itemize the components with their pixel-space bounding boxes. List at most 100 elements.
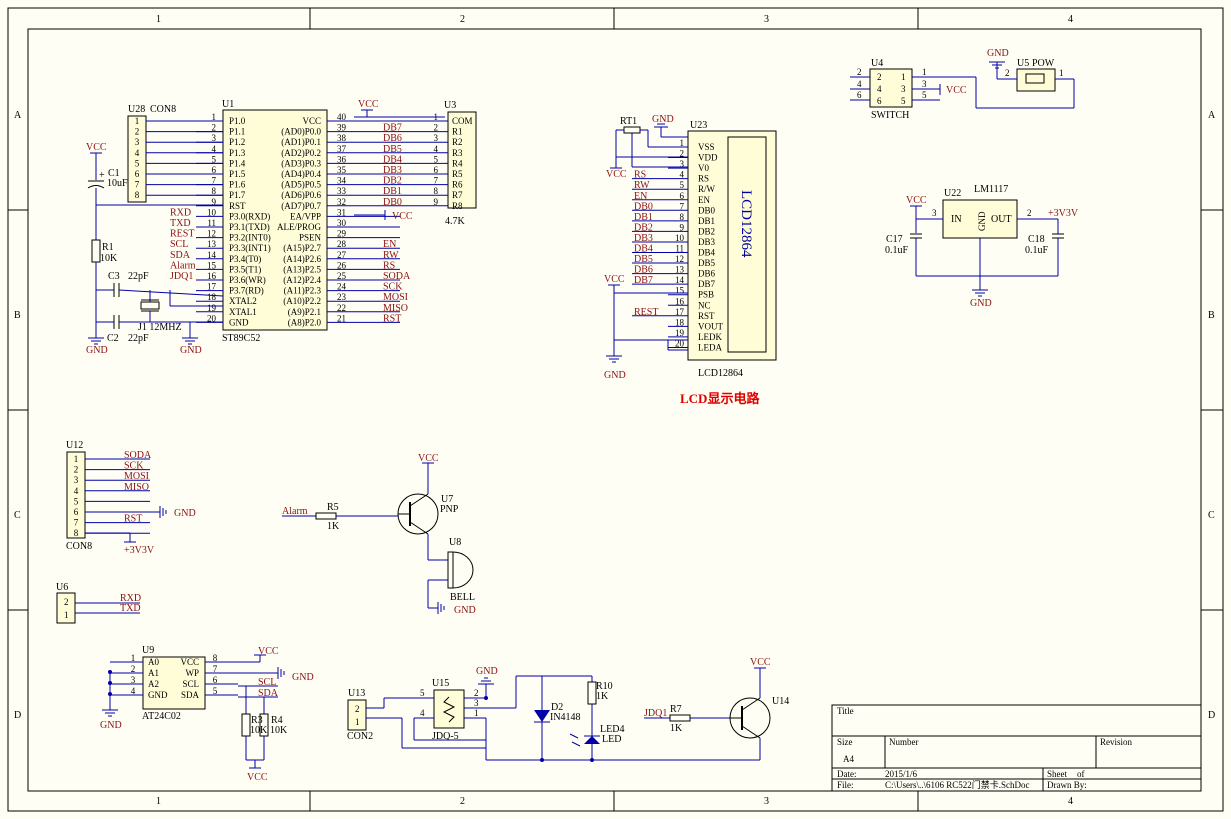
mcu-pin-name: (AD1)P0.1 — [281, 137, 321, 147]
mcu-net-label: DB0 — [383, 197, 402, 208]
col-label-bottom: 1 — [156, 796, 161, 807]
u12-net-label: SODA — [124, 450, 152, 461]
u28-ref: U28 — [128, 104, 145, 115]
u12-net-label: MISO — [124, 482, 149, 493]
led-led4 — [584, 736, 600, 744]
u9-pin-name: WP — [186, 668, 200, 678]
lcd-net-label: DB5 — [634, 254, 653, 265]
mcu-pin-number: 37 — [337, 144, 347, 154]
mcu-net-label: RW — [383, 250, 399, 261]
u4-ref: U4 — [871, 58, 883, 69]
u12-pin-number: 4 — [74, 486, 79, 496]
u3-pin-name: R3 — [452, 148, 463, 158]
mcu-pin-name: (AD5)P0.5 — [281, 180, 321, 190]
r1-value: 10K — [100, 253, 118, 264]
u9-pin-name: SCL — [182, 679, 199, 689]
u4-pin: 4 — [877, 84, 882, 94]
row-label-left: C — [14, 510, 21, 521]
buzzer-circuit: Alarm R5 1K U7 PNP VCC U8 BELL GND — [282, 453, 476, 616]
mcu-pin-name: (A11)P2.3 — [284, 286, 322, 296]
u9-pin-name: VCC — [180, 657, 199, 667]
vcc-label: VCC — [358, 99, 379, 110]
mcu-pin-name: EA/VPP — [290, 211, 321, 221]
mcu-pin-number: 35 — [337, 165, 347, 175]
u9-pin-number: 8 — [213, 653, 218, 663]
mcu-pin-number: 24 — [337, 282, 347, 292]
gnd-label: GND — [476, 666, 498, 677]
u3-pin-name: R6 — [452, 180, 463, 190]
mcu-net-label: REST — [170, 229, 194, 240]
mcu-net-label: SCK — [383, 282, 403, 293]
vcc-label: VCC — [606, 169, 627, 180]
lcd-net-label: REST — [634, 307, 658, 318]
lcd-pin-name: VOUT — [698, 321, 723, 331]
lcd-pin-name: RS — [698, 174, 709, 184]
mcu-pin-name: (A13)P2.5 — [283, 264, 321, 274]
eeprom-u9[interactable]: U9 AT24C02 1 A02 A13 A24 GND8VCC7WP6SCL5SDA … — [100, 645, 314, 783]
mcu-pin-name: P1.7 — [229, 190, 246, 200]
u3-pin-name: R5 — [452, 169, 463, 179]
u4-ext-pin: 4 — [857, 79, 862, 89]
lcd-net-label: DB0 — [634, 201, 653, 212]
mcu-pin-number: 28 — [337, 239, 347, 249]
mcu-pin-name: GND — [229, 317, 249, 327]
mcu-pin-name: (AD2)P0.2 — [281, 148, 321, 158]
crystal-j1 — [140, 301, 160, 310]
mcu-pin-name: (A14)P2.6 — [283, 254, 321, 264]
power-jack-u5[interactable]: U5 POW 2 1 GND — [987, 48, 1075, 108]
mcu-pin-number: 19 — [207, 303, 217, 313]
file-label: File: — [837, 780, 854, 790]
resistor-pack-u3[interactable]: U3 4.7K 1 COM2 R13 R24 R35 R46 R57 R68 R79 R8 — [400, 100, 477, 227]
u13-pin: 2 — [355, 704, 360, 714]
number-label: Number — [889, 737, 919, 747]
v33-label: +3V3V — [124, 545, 155, 556]
v33-label: +3V3V — [1048, 208, 1079, 219]
mcu-pin-number: 11 — [207, 218, 216, 228]
u14-ref: U14 — [772, 696, 789, 707]
u9-pin-number: 1 — [131, 653, 136, 663]
gnd-label: GND — [292, 672, 314, 683]
mcu-net-label: RS — [383, 260, 395, 271]
u9-pin-number: 5 — [213, 686, 218, 696]
lcd-u23[interactable]: U23 LCD12864 LCD12864 LCD显示电路 1 VSS2 VDD3 V… — [632, 120, 777, 406]
mcu-pin-name: (AD3)P0.3 — [281, 158, 321, 168]
u28-part: CON8 — [150, 104, 176, 115]
u4-pin: 2 — [877, 72, 882, 82]
title-block: Title Size A4 Number Revision Date: 2015… — [831, 704, 1202, 792]
mcu-pin-name: P3.0(RXD) — [229, 211, 270, 221]
mcu-u1[interactable]: U1 ST89C52 1 P1.02 P1.13 P1.24 P1.35 P1.46 P1.… — [170, 99, 411, 344]
u28-pin-number: 2 — [135, 127, 140, 137]
mcu-pin-name: P1.3 — [229, 148, 246, 158]
regulator-u22[interactable]: U22 LM1117 IN OUT GND 3 2 VCC C17 0.1uF … — [885, 184, 1079, 309]
mcu-ref: U1 — [222, 99, 234, 110]
rfid-connector-u12[interactable]: U12 CON8 1 SODA2 SCK3 MOSI4 MISO567 RST8 GND … — [66, 440, 196, 556]
u12-pin-number: 7 — [74, 518, 79, 528]
u15-pin: 3 — [474, 698, 479, 708]
mcu-pin-number: 30 — [337, 218, 347, 228]
u7-type: PNP — [440, 504, 459, 515]
c18-ref: C18 — [1028, 234, 1045, 245]
u4-pin: 1 — [901, 72, 906, 82]
uart-connector-u6[interactable]: U6 2 1 RXD TXD — [56, 582, 141, 624]
mcu-pin-number: 15 — [207, 260, 217, 270]
lcd-pin-name: VDD — [698, 153, 718, 163]
u4-pin: 6 — [877, 96, 882, 106]
u28-pin-number: 4 — [135, 148, 140, 158]
lcd-pin-name: R/W — [698, 184, 716, 194]
u4-ext-pin: 2 — [857, 67, 862, 77]
connector-u28[interactable]: U28 CON8 12345678 — [127, 104, 223, 203]
lcd-net-label: EN — [634, 191, 647, 202]
mcu-pin-name: (A9)P2.1 — [288, 307, 321, 317]
u22-in-pin: 3 — [932, 208, 937, 218]
vcc-label: VCC — [258, 646, 279, 657]
u5-ref: U5 — [1017, 58, 1029, 69]
c1-plus: + — [99, 170, 105, 181]
drawn-by-label: Drawn By: — [1047, 780, 1087, 790]
mcu-pin-number: 34 — [337, 176, 347, 186]
u12-pin-number: 8 — [74, 528, 79, 538]
mcu-net-label: SDA — [170, 250, 191, 261]
c17-ref: C17 — [886, 234, 903, 245]
mcu-pin-name: P3.4(T0) — [229, 254, 261, 264]
u3-pin-name: R4 — [452, 158, 463, 168]
mcu-pin-number: 21 — [337, 313, 346, 323]
